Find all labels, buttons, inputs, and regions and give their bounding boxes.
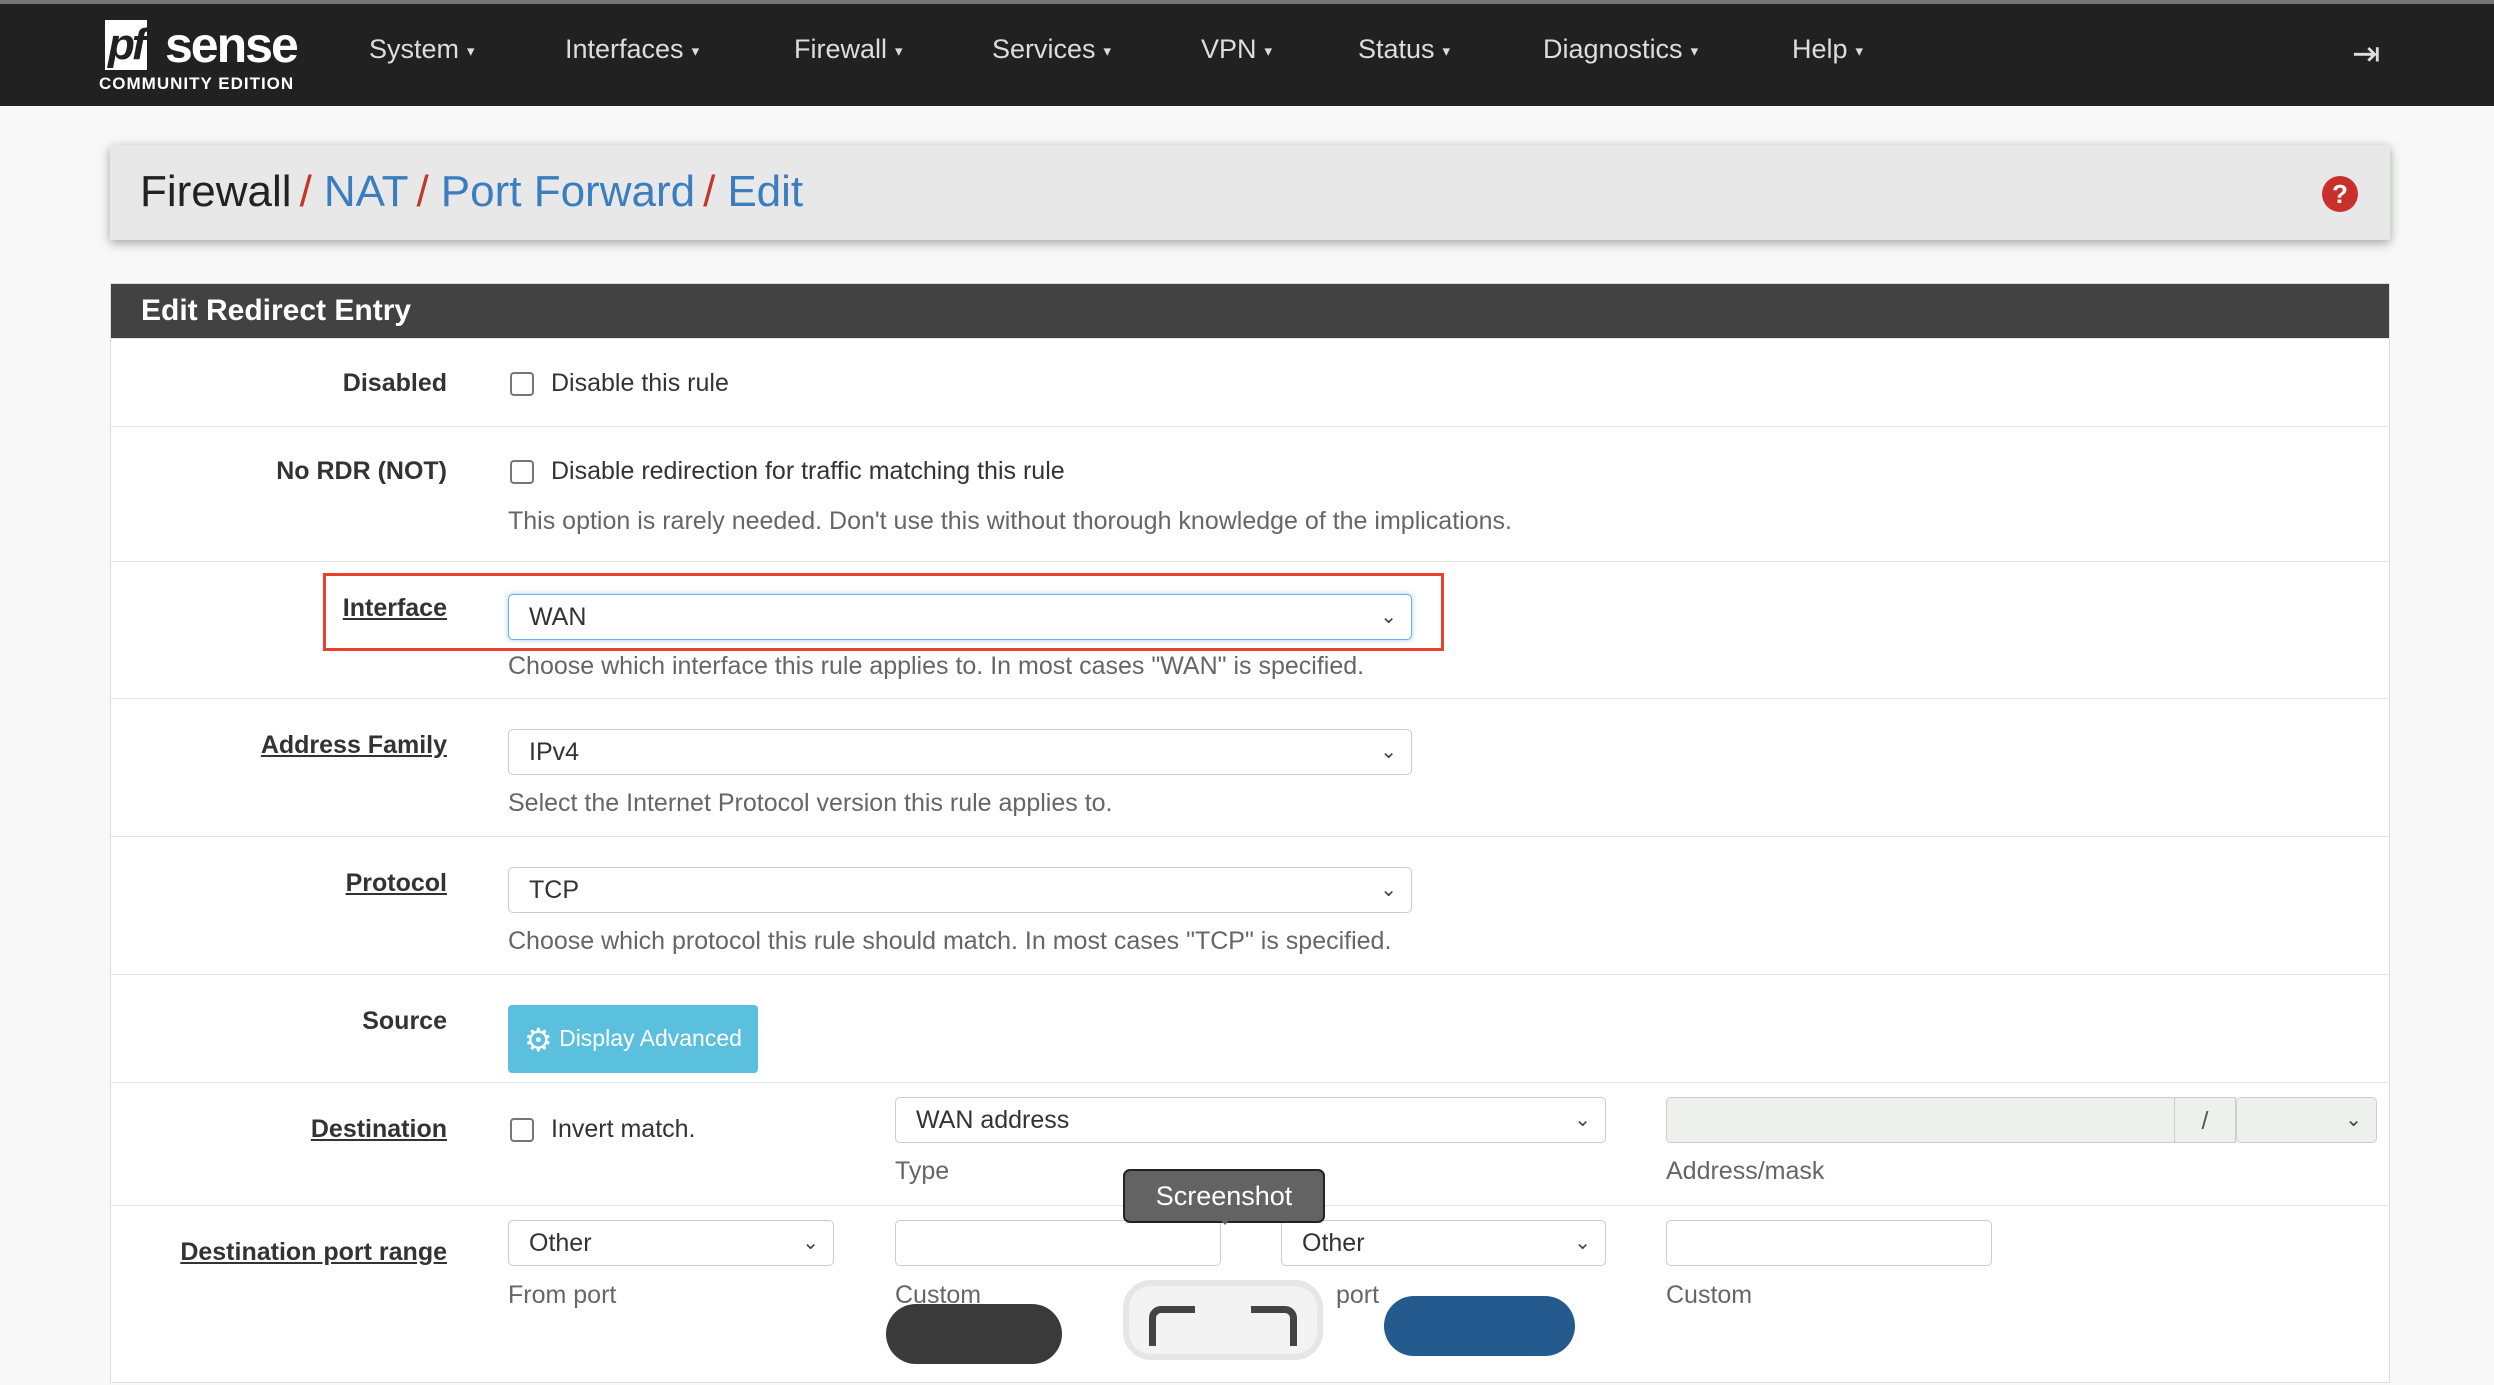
nordr-label: No RDR (NOT) [276,457,447,485]
nav-label: Diagnostics [1543,34,1683,64]
row-source: Source ⚙ Display Advanced [111,974,2389,1082]
chevron-down-icon: ⌄ [1574,1109,1591,1131]
caret-down-icon: ▾ [1442,42,1451,60]
nordr-checkbox[interactable] [510,460,534,484]
disabled-checkbox-label[interactable]: Disable this rule [551,369,729,398]
caret-down-icon: ▾ [1264,42,1273,60]
nav-label: System [369,34,460,64]
logo-pf: pf [105,20,147,70]
display-advanced-label: Display Advanced [559,1025,742,1051]
address-family-label[interactable]: Address Family [261,731,447,760]
logo-sense: sense [165,17,299,73]
caret-down-icon: ▾ [691,42,700,60]
nav-label: Services [992,34,1096,64]
caret-down-icon: ▾ [1855,42,1864,60]
destination-type-select[interactable]: WAN address ⌄ [895,1097,1606,1143]
caret-down-icon: ▾ [1103,42,1112,60]
address-mask-label: Address/mask [1666,1157,1825,1185]
help-icon[interactable]: ? [2322,176,2358,212]
mask-separator: / [2174,1097,2236,1143]
nav-label: Firewall [794,34,888,64]
disabled-checkbox[interactable] [510,372,534,396]
nordr-hint: This option is rarely needed. Don't use … [508,507,1512,535]
caret-down-icon: ▾ [895,42,903,60]
interface-highlight-box [323,573,1444,651]
nav-interfaces[interactable]: Interfaces ▾ [565,34,699,65]
address-family-select[interactable]: IPv4 ⌄ [508,729,1412,775]
dock-button-left[interactable] [886,1304,1062,1364]
nav-label: VPN [1201,34,1257,64]
gear-icon: ⚙ [524,1021,553,1058]
to-port-value: Other [1302,1229,1365,1257]
caret-down-icon: ▾ [1690,42,1699,60]
pfsense-logo[interactable]: pf sense COMMUNITY EDITION [99,18,311,98]
chevron-down-icon: ⌄ [1380,879,1397,901]
nav-firewall[interactable]: Firewall ▾ [794,34,903,65]
from-port-select[interactable]: Other ⌄ [508,1220,834,1266]
protocol-select[interactable]: TCP ⌄ [508,867,1412,913]
type-label: Type [895,1157,950,1185]
dock-button-right[interactable] [1384,1296,1575,1356]
row-disabled: Disabled Disable this rule [111,338,2389,426]
breadcrumb-separator: / [299,167,312,216]
to-port-label: port [1336,1281,1380,1309]
breadcrumb-separator: / [703,167,716,216]
destination-port-label[interactable]: Destination port range [180,1238,447,1267]
top-navbar: pf sense COMMUNITY EDITION System ▾ Inter… [0,0,2494,106]
chevron-down-icon: ⌄ [1574,1232,1591,1254]
protocol-hint: Choose which protocol this rule should m… [508,927,1392,955]
source-label: Source [362,1007,447,1035]
address-family-value: IPv4 [529,738,580,766]
chevron-down-icon: ⌄ [802,1232,819,1254]
screenshot-icon [1149,1306,1195,1346]
display-advanced-button[interactable]: ⚙ Display Advanced [508,1005,758,1073]
breadcrumb-nat[interactable]: NAT [324,167,409,216]
screenshot-dock-button[interactable] [1123,1280,1323,1360]
chevron-down-icon: ⌄ [1380,741,1397,763]
nav-label: Help [1792,34,1848,64]
interface-hint: Choose which interface this rule applies… [508,652,1365,680]
from-port-label: From port [508,1281,617,1309]
invert-match-checkbox[interactable] [510,1118,534,1142]
breadcrumb: Firewall / NAT / Port Forward / Edit [110,145,2390,240]
invert-match-label[interactable]: Invert match. [551,1115,696,1144]
screenshot-icon-right [1251,1306,1297,1346]
logo-subtitle: COMMUNITY EDITION [99,74,295,93]
nav-help[interactable]: Help ▾ [1792,34,1863,65]
caret-down-icon: ▾ [467,42,475,60]
protocol-value: TCP [529,876,579,904]
nav-services[interactable]: Services ▾ [992,34,1111,65]
to-port-select[interactable]: Other ⌄ [1281,1220,1606,1266]
screenshot-tooltip: Screenshot [1123,1169,1325,1225]
from-port-custom-input[interactable] [895,1220,1221,1266]
protocol-label[interactable]: Protocol [346,869,447,898]
logout-icon[interactable]: ⇥ [2352,34,2381,74]
custom-label-2: Custom [1666,1281,1753,1309]
nordr-checkbox-label[interactable]: Disable redirection for traffic matching… [551,457,1065,486]
breadcrumb-edit[interactable]: Edit [727,167,803,216]
breadcrumb-port-forward[interactable]: Port Forward [441,167,695,216]
chevron-down-icon: ⌄ [2345,1109,2362,1131]
nav-vpn[interactable]: VPN ▾ [1201,34,1272,65]
destination-mask-select[interactable]: ⌄ [2236,1097,2377,1143]
destination-address-input[interactable] [1666,1097,2176,1143]
breadcrumb-separator: / [416,167,429,216]
from-port-value: Other [529,1229,592,1257]
row-nordr: No RDR (NOT) Disable redirection for tra… [111,426,2389,561]
disabled-label: Disabled [342,369,447,397]
to-port-custom-input[interactable] [1666,1220,1992,1266]
panel-title: Edit Redirect Entry [111,284,2389,338]
row-protocol: Protocol TCP ⌄ Choose which protocol this… [111,836,2389,974]
nav-label: Status [1358,34,1435,64]
nav-system[interactable]: System ▾ [369,34,475,65]
destination-label[interactable]: Destination [311,1115,447,1144]
address-family-hint: Select the Internet Protocol version thi… [508,789,1113,817]
row-address-family: Address Family IPv4 ⌄ Select the Internet… [111,698,2389,836]
nav-status[interactable]: Status ▾ [1358,34,1450,65]
destination-type-value: WAN address [916,1106,1070,1134]
nav-diagnostics[interactable]: Diagnostics ▾ [1543,34,1698,65]
breadcrumb-firewall: Firewall [140,167,292,216]
nav-label: Interfaces [565,34,684,64]
